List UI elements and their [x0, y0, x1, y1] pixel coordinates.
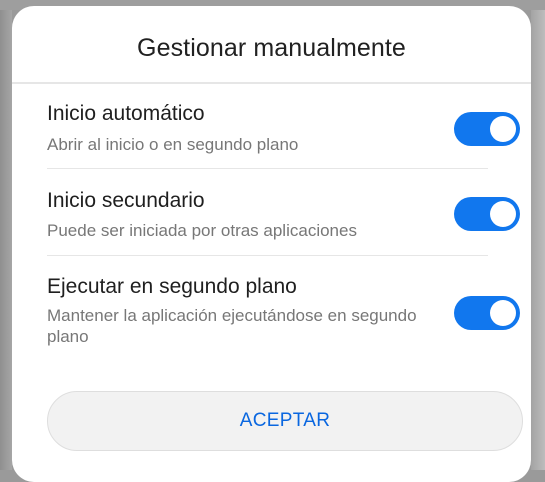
- option-auto-start-description: Abrir al inicio o en segundo plano: [47, 135, 299, 154]
- row-divider: [47, 255, 488, 256]
- background-overlay-right: [531, 0, 545, 470]
- secondary-start-toggle[interactable]: [454, 197, 520, 231]
- dialog-title: Gestionar manualmente: [137, 34, 406, 62]
- title-divider: [12, 82, 531, 84]
- option-secondary-start-title: Inicio secundario: [47, 189, 205, 212]
- accept-button[interactable]: ACEPTAR: [47, 391, 523, 451]
- toggle-knob: [490, 300, 516, 326]
- manual-management-dialog: Gestionar manualmente Inicio automático …: [12, 6, 531, 482]
- toggle-knob: [490, 201, 516, 227]
- option-run-background-title: Ejecutar en segundo plano: [47, 275, 297, 298]
- option-secondary-start-description: Puede ser iniciada por otras aplicacione…: [47, 221, 357, 240]
- run-background-toggle[interactable]: [454, 296, 520, 330]
- toggle-knob: [490, 116, 516, 142]
- option-auto-start-title: Inicio automático: [47, 102, 205, 125]
- background-overlay-left: [0, 0, 12, 470]
- auto-start-toggle[interactable]: [454, 112, 520, 146]
- option-run-background-description: Mantener la aplicación ejecutándose en s…: [47, 306, 417, 346]
- row-divider: [47, 168, 488, 169]
